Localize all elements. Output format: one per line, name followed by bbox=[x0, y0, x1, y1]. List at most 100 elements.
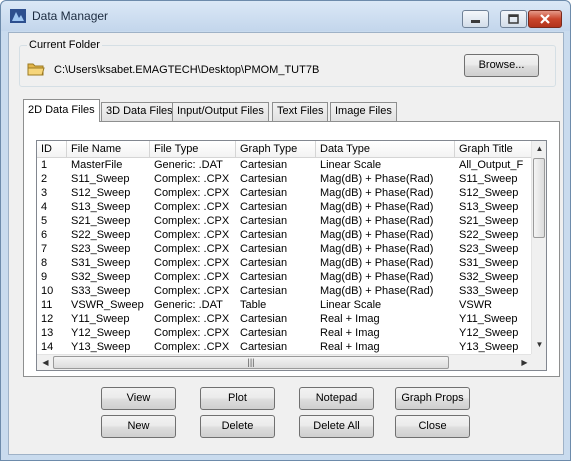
cell-id: 12 bbox=[41, 313, 54, 325]
list-header: ID File Name File Type Graph Type Data T… bbox=[37, 141, 534, 158]
vertical-scrollbar[interactable]: ▲ ▼ bbox=[531, 141, 546, 355]
cell-graph-type: Cartesian bbox=[240, 243, 288, 255]
new-button[interactable]: New bbox=[101, 415, 176, 438]
scroll-right-icon[interactable]: ▶ bbox=[518, 357, 531, 369]
scroll-down-icon[interactable]: ▼ bbox=[533, 339, 546, 351]
cell-data-type: Mag(dB) + Phase(Rad) bbox=[320, 187, 434, 199]
column-header-graph-title[interactable]: Graph Title bbox=[455, 141, 534, 158]
table-row[interactable]: 6 S22_Sweep Complex: .CPX Cartesian Mag(dB) … bbox=[37, 228, 534, 242]
tab-panel-2d-data: ID File Name File Type Graph Type Data T… bbox=[23, 121, 560, 377]
cell-data-type: Mag(dB) + Phase(Rad) bbox=[320, 243, 434, 255]
vertical-scroll-thumb[interactable] bbox=[533, 158, 545, 238]
cell-graph-title: Y12_Sweep bbox=[459, 327, 519, 339]
horizontal-scrollbar[interactable]: ◀ ||| ▶ bbox=[37, 354, 534, 370]
table-row[interactable]: 12 Y11_Sweep Complex: .CPX Cartesian Real + … bbox=[37, 312, 534, 326]
cell-file-name: VSWR_Sweep bbox=[71, 299, 144, 311]
tab-3d-data-files[interactable]: 3D Data Files bbox=[101, 102, 178, 121]
cell-file-name: S33_Sweep bbox=[71, 285, 131, 297]
cell-graph-title: S21_Sweep bbox=[459, 215, 519, 227]
view-button[interactable]: View bbox=[101, 387, 176, 410]
table-row[interactable]: 14 Y13_Sweep Complex: .CPX Cartesian Real + … bbox=[37, 340, 534, 354]
column-header-id[interactable]: ID bbox=[37, 141, 67, 158]
cell-id: 8 bbox=[41, 257, 48, 269]
table-row[interactable]: 10 S33_Sweep Complex: .CPX Cartesian Mag(dB)… bbox=[37, 284, 534, 298]
cell-file-name: S31_Sweep bbox=[71, 257, 131, 269]
column-header-file-type[interactable]: File Type bbox=[150, 141, 236, 158]
cell-file-type: Complex: .CPX bbox=[154, 257, 230, 269]
cell-file-name: Y11_Sweep bbox=[71, 313, 130, 325]
current-folder-label: Current Folder bbox=[27, 39, 102, 51]
cell-graph-title: S23_Sweep bbox=[459, 243, 519, 255]
cell-graph-title: S13_Sweep bbox=[459, 201, 519, 213]
column-header-graph-type[interactable]: Graph Type bbox=[236, 141, 316, 158]
cell-file-name: Y12_Sweep bbox=[71, 327, 131, 339]
column-header-file-name[interactable]: File Name bbox=[67, 141, 150, 158]
table-row[interactable]: 9 S32_Sweep Complex: .CPX Cartesian Mag(dB) … bbox=[37, 270, 534, 284]
cell-file-name: S23_Sweep bbox=[71, 243, 131, 255]
close-window-button[interactable] bbox=[528, 10, 562, 28]
minimize-icon bbox=[471, 20, 480, 23]
folder-path: C:\Users\ksabet.EMAGTECH\Desktop\PMOM_TU… bbox=[54, 64, 320, 76]
cell-graph-type: Cartesian bbox=[240, 229, 288, 241]
cell-graph-title: S32_Sweep bbox=[459, 271, 519, 283]
scroll-up-icon[interactable]: ▲ bbox=[533, 143, 546, 155]
table-row[interactable]: 4 S13_Sweep Complex: .CPX Cartesian Mag(dB) … bbox=[37, 200, 534, 214]
cell-file-name: Y13_Sweep bbox=[71, 341, 131, 353]
cell-id: 11 bbox=[41, 299, 53, 311]
tab-2d-data-files[interactable]: 2D Data Files bbox=[23, 99, 100, 122]
table-row[interactable]: 2 S11_Sweep Complex: .CPX Cartesian Mag(dB) … bbox=[37, 172, 534, 186]
scrollbar-corner bbox=[531, 354, 546, 370]
cell-id: 1 bbox=[41, 159, 48, 171]
tab-image-files[interactable]: Image Files bbox=[330, 102, 397, 121]
cell-file-type: Complex: .CPX bbox=[154, 327, 230, 339]
window-title: Data Manager bbox=[32, 9, 109, 23]
cell-file-type: Complex: .CPX bbox=[154, 173, 230, 185]
cell-file-name: S22_Sweep bbox=[71, 229, 131, 241]
cell-graph-type: Cartesian bbox=[240, 215, 288, 227]
cell-graph-title: S31_Sweep bbox=[459, 257, 519, 269]
client-area: Current Folder C:\Users\ksabet.EMAGTECH\… bbox=[8, 32, 564, 455]
notepad-button[interactable]: Notepad bbox=[299, 387, 374, 410]
title-bar[interactable]: Data Manager bbox=[1, 1, 570, 31]
graph-props-button[interactable]: Graph Props bbox=[395, 387, 470, 410]
list-rows: 1 MasterFile Generic: .DAT Cartesian Linear … bbox=[37, 158, 534, 354]
table-row[interactable]: 11 VSWR_Sweep Generic: .DAT Table Linear Sca… bbox=[37, 298, 534, 312]
table-row[interactable]: 7 S23_Sweep Complex: .CPX Cartesian Mag(dB) … bbox=[37, 242, 534, 256]
cell-graph-type: Cartesian bbox=[240, 285, 288, 297]
scroll-left-icon[interactable]: ◀ bbox=[39, 357, 52, 369]
tab-input-output-files[interactable]: Input/Output Files bbox=[172, 102, 269, 121]
table-row[interactable]: 8 S31_Sweep Complex: .CPX Cartesian Mag(dB) … bbox=[37, 256, 534, 270]
horizontal-scroll-thumb[interactable]: ||| bbox=[53, 356, 449, 369]
cell-id: 14 bbox=[41, 341, 54, 353]
cell-file-name: S12_Sweep bbox=[71, 187, 131, 199]
table-row[interactable]: 1 MasterFile Generic: .DAT Cartesian Linear … bbox=[37, 158, 534, 172]
cell-data-type: Mag(dB) + Phase(Rad) bbox=[320, 201, 434, 213]
cell-id: 4 bbox=[41, 201, 48, 213]
close-button[interactable]: Close bbox=[395, 415, 470, 438]
cell-file-type: Complex: .CPX bbox=[154, 201, 230, 213]
plot-button[interactable]: Plot bbox=[200, 387, 275, 410]
table-row[interactable]: 3 S12_Sweep Complex: .CPX Cartesian Mag(dB) … bbox=[37, 186, 534, 200]
cell-data-type: Linear Scale bbox=[320, 159, 382, 171]
maximize-button[interactable] bbox=[500, 10, 527, 28]
maximize-icon bbox=[508, 14, 519, 24]
cell-data-type: Mag(dB) + Phase(Rad) bbox=[320, 229, 434, 241]
cell-file-type: Complex: .CPX bbox=[154, 215, 230, 227]
cell-graph-type: Cartesian bbox=[240, 327, 288, 339]
browse-button[interactable]: Browse... bbox=[464, 54, 539, 77]
cell-data-type: Linear Scale bbox=[320, 299, 382, 311]
column-header-data-type[interactable]: Data Type bbox=[316, 141, 455, 158]
cell-graph-title: S33_Sweep bbox=[459, 285, 519, 297]
delete-all-button[interactable]: Delete All bbox=[299, 415, 374, 438]
cell-file-type: Complex: .CPX bbox=[154, 313, 230, 325]
minimize-button[interactable] bbox=[462, 10, 489, 28]
data-file-list[interactable]: ID File Name File Type Graph Type Data T… bbox=[36, 140, 547, 371]
cell-graph-title: S22_Sweep bbox=[459, 229, 519, 241]
delete-button[interactable]: Delete bbox=[200, 415, 275, 438]
table-row[interactable]: 5 S21_Sweep Complex: .CPX Cartesian Mag(dB) … bbox=[37, 214, 534, 228]
cell-id: 10 bbox=[41, 285, 54, 297]
tab-text-files[interactable]: Text Files bbox=[272, 102, 329, 121]
cell-graph-type: Cartesian bbox=[240, 271, 288, 283]
cell-file-type: Generic: .DAT bbox=[154, 159, 223, 171]
table-row[interactable]: 13 Y12_Sweep Complex: .CPX Cartesian Real + … bbox=[37, 326, 534, 340]
